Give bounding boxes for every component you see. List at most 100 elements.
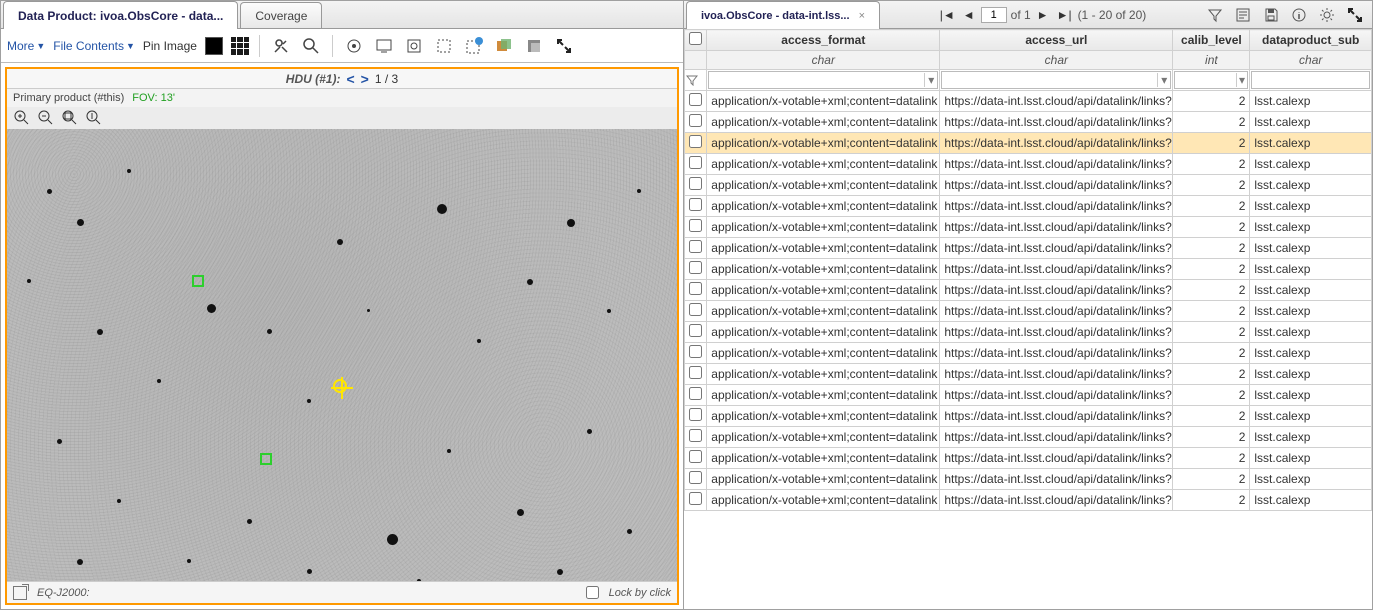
hdu-prev-button[interactable]: <	[346, 71, 354, 87]
cell-access-format: application/x-votable+xml;content=datali…	[707, 217, 940, 238]
text-view-icon[interactable]	[1232, 4, 1254, 26]
row-checkbox[interactable]	[689, 156, 702, 169]
popout-icon[interactable]	[13, 586, 27, 600]
col-access-format[interactable]: access_format	[707, 30, 940, 51]
filter-toggle-icon[interactable]	[685, 70, 707, 91]
zoom-1x-icon[interactable]	[83, 107, 105, 129]
table-row[interactable]: application/x-votable+xml;content=datali…	[685, 91, 1372, 112]
cell-calib-level: 2	[1173, 490, 1250, 511]
col-dataproduct-sub[interactable]: dataproduct_sub	[1250, 30, 1372, 51]
pin-image-button[interactable]: Pin Image	[143, 39, 197, 53]
select-rect-badge-icon[interactable]	[463, 35, 485, 57]
sky-image[interactable]	[7, 129, 677, 581]
zoom-in-icon[interactable]	[11, 107, 33, 129]
image-toolbar: More▼ File Contents▼ Pin Image	[1, 29, 683, 63]
overlay1-icon[interactable]	[493, 35, 515, 57]
expand-table-icon[interactable]	[1344, 4, 1366, 26]
search-zoom-icon[interactable]	[300, 35, 322, 57]
more-menu[interactable]: More▼	[7, 39, 45, 53]
table-row[interactable]: application/x-votable+xml;content=datali…	[685, 322, 1372, 343]
table-row[interactable]: application/x-votable+xml;content=datali…	[685, 133, 1372, 154]
row-checkbox[interactable]	[689, 492, 702, 505]
table-row[interactable]: application/x-votable+xml;content=datali…	[685, 112, 1372, 133]
reticle-icon[interactable]	[343, 35, 365, 57]
dropdown-icon[interactable]: ▾	[924, 73, 937, 87]
save-icon[interactable]	[1260, 4, 1282, 26]
row-checkbox[interactable]	[689, 387, 702, 400]
row-checkbox[interactable]	[689, 282, 702, 295]
table-row[interactable]: application/x-votable+xml;content=datali…	[685, 427, 1372, 448]
cell-access-format: application/x-votable+xml;content=datali…	[707, 301, 940, 322]
row-checkbox[interactable]	[689, 240, 702, 253]
zoom-out-icon[interactable]	[35, 107, 57, 129]
select-all-checkbox[interactable]	[689, 32, 702, 45]
file-contents-menu[interactable]: File Contents▼	[53, 39, 135, 53]
table-row[interactable]: application/x-votable+xml;content=datali…	[685, 364, 1372, 385]
table-row[interactable]: application/x-votable+xml;content=datali…	[685, 175, 1372, 196]
row-checkbox[interactable]	[689, 366, 702, 379]
filter-dataproduct-sub[interactable]	[1252, 72, 1369, 88]
row-checkbox[interactable]	[689, 450, 702, 463]
checkbox-header[interactable]	[685, 30, 707, 51]
row-checkbox[interactable]	[689, 219, 702, 232]
filter-icon[interactable]	[1204, 4, 1226, 26]
cell-access-format: application/x-votable+xml;content=datali…	[707, 133, 940, 154]
table-row[interactable]: application/x-votable+xml;content=datali…	[685, 343, 1372, 364]
close-tab-icon[interactable]: ×	[859, 10, 865, 22]
table-row[interactable]: application/x-votable+xml;content=datali…	[685, 469, 1372, 490]
table-row[interactable]: application/x-votable+xml;content=datali…	[685, 217, 1372, 238]
table-scroll[interactable]: access_format access_url calib_level dat…	[684, 29, 1372, 609]
table-row[interactable]: application/x-votable+xml;content=datali…	[685, 385, 1372, 406]
color-swatch[interactable]	[205, 37, 223, 55]
row-checkbox[interactable]	[689, 177, 702, 190]
hdu-next-button[interactable]: >	[361, 71, 369, 87]
row-checkbox[interactable]	[689, 114, 702, 127]
overlay2-icon[interactable]	[523, 35, 545, 57]
table-row[interactable]: application/x-votable+xml;content=datali…	[685, 259, 1372, 280]
lock-checkbox[interactable]	[586, 586, 599, 599]
row-checkbox[interactable]	[689, 345, 702, 358]
table-row[interactable]: application/x-votable+xml;content=datali…	[685, 280, 1372, 301]
row-checkbox[interactable]	[689, 198, 702, 211]
row-checkbox[interactable]	[689, 429, 702, 442]
page-input[interactable]	[981, 7, 1007, 23]
table-row[interactable]: application/x-votable+xml;content=datali…	[685, 448, 1372, 469]
row-checkbox[interactable]	[689, 93, 702, 106]
grid-mode-icon[interactable]	[231, 37, 249, 55]
page-prev-icon[interactable]: ◄	[961, 8, 977, 22]
row-checkbox[interactable]	[689, 135, 702, 148]
dropdown-icon[interactable]: ▾	[1236, 73, 1248, 87]
page-next-icon[interactable]: ►	[1035, 8, 1051, 22]
monitor-icon[interactable]	[373, 35, 395, 57]
table-row[interactable]: application/x-votable+xml;content=datali…	[685, 196, 1372, 217]
row-checkbox[interactable]	[689, 471, 702, 484]
tab-table[interactable]: ivoa.ObsCore - data-int.lss... ×	[686, 1, 880, 29]
table-row[interactable]: application/x-votable+xml;content=datali…	[685, 238, 1372, 259]
zoom-fit-icon[interactable]	[59, 107, 81, 129]
expand-icon[interactable]	[553, 35, 575, 57]
info-icon[interactable]	[1288, 4, 1310, 26]
dropdown-icon[interactable]: ▾	[1157, 73, 1170, 87]
filter-access-format[interactable]	[709, 72, 924, 88]
row-checkbox[interactable]	[689, 261, 702, 274]
page-first-icon[interactable]: |◄	[938, 8, 957, 22]
table-row[interactable]: application/x-votable+xml;content=datali…	[685, 490, 1372, 511]
tab-coverage[interactable]: Coverage	[240, 2, 322, 28]
row-checkbox[interactable]	[689, 408, 702, 421]
row-checkbox[interactable]	[689, 324, 702, 337]
col-calib-level[interactable]: calib_level	[1173, 30, 1250, 51]
table-row[interactable]: application/x-votable+xml;content=datali…	[685, 406, 1372, 427]
filter-access-url[interactable]	[942, 72, 1157, 88]
tools-icon[interactable]	[270, 35, 292, 57]
target-box-icon[interactable]	[403, 35, 425, 57]
page-last-icon[interactable]: ►|	[1055, 8, 1074, 22]
tab-data-product[interactable]: Data Product: ivoa.ObsCore - data...	[3, 1, 238, 29]
row-checkbox[interactable]	[689, 303, 702, 316]
col-access-url[interactable]: access_url	[940, 30, 1173, 51]
table-row[interactable]: application/x-votable+xml;content=datali…	[685, 154, 1372, 175]
settings-icon[interactable]	[1316, 4, 1338, 26]
cell-access-format: application/x-votable+xml;content=datali…	[707, 154, 940, 175]
select-rect-icon[interactable]	[433, 35, 455, 57]
filter-calib-level[interactable]	[1175, 72, 1235, 88]
table-row[interactable]: application/x-votable+xml;content=datali…	[685, 301, 1372, 322]
